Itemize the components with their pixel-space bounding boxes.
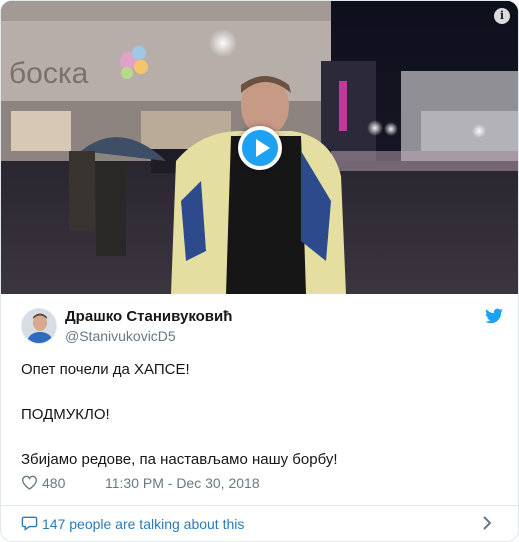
conversation-link[interactable]: 147 people are talking about this [1,506,518,541]
play-button[interactable] [238,126,282,170]
tweet-text-line: Опет почели да ХАПСЕ! [21,361,190,378]
info-icon[interactable]: i [494,8,510,24]
heart-icon[interactable] [21,475,38,490]
author-display-name[interactable]: Драшко Станивуковић [65,308,232,325]
tweet-header: Драшко Станивуковић @StanivukovicD5 [21,306,503,348]
sign-text: боска [9,57,89,90]
tweet-text-line: Збијамо редове, па настављамо нашу борбу… [21,451,338,468]
people-talking-link[interactable]: 147 people are talking about this [42,516,244,532]
like-count[interactable]: 480 [42,475,65,491]
avatar-image [22,309,56,343]
avatar[interactable] [21,308,57,344]
play-icon [256,139,270,157]
tweet-card[interactable]: боска i Драшко Станивуковић @Stanivukovi… [0,0,519,542]
video-thumbnail[interactable]: боска i [1,1,518,294]
author-handle[interactable]: @StanivukovicD5 [65,328,176,344]
twitter-bird-icon[interactable] [485,308,503,324]
tweet-text-line: ПОДМУКЛО! [21,406,110,423]
comment-icon [21,516,38,531]
tweet-timestamp[interactable]: 11:30 PM - Dec 30, 2018 [105,475,260,491]
chevron-right-icon [483,516,491,530]
